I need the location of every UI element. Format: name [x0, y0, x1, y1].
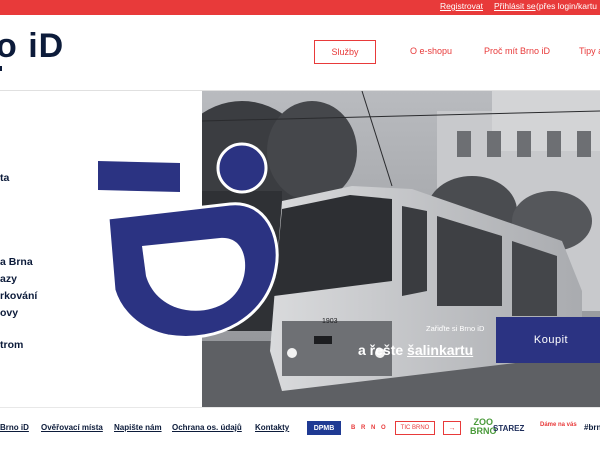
top-bar: Registrovat Přihlásit se (přes login/kar…	[0, 0, 600, 15]
partner-logo-dpmb[interactable]: DPMB	[307, 421, 341, 435]
benefit-item: rkování	[0, 290, 38, 302]
partner-logo-brno-hashtag[interactable]: #brn	[584, 423, 600, 432]
partner-logo-tic-brno[interactable]: TIC BRNO	[395, 421, 435, 435]
login-note: (přes login/kartu	[536, 1, 597, 11]
register-link[interactable]: Registrovat	[440, 1, 483, 11]
buy-button[interactable]: Koupit	[496, 317, 600, 363]
hero-title-prefix: a řešte	[358, 342, 408, 358]
nav-services-button[interactable]: Služby	[314, 40, 376, 64]
site-header: o iD Služby O e-shopu Proč mít Brno iD T…	[0, 15, 600, 90]
nav-tips-link[interactable]: Tipy a	[579, 46, 600, 56]
benefit-item: azy	[0, 273, 17, 285]
footer-link-verification-points[interactable]: Ověřovací místa	[41, 423, 103, 432]
partner-logo-brno[interactable]: B R N O	[351, 425, 388, 431]
nav-eshop-link[interactable]: O e-shopu	[410, 46, 452, 56]
big-id-graphic	[98, 142, 279, 339]
hero-subtitle: Zařiďte si Brno iD	[426, 324, 485, 333]
benefit-item: ta	[0, 172, 10, 184]
hero-title: a řešte šalinkartu	[358, 342, 473, 358]
footer-link-contacts[interactable]: Kontakty	[255, 423, 289, 432]
brno-id-logo[interactable]: o iD	[0, 27, 64, 66]
hero-title-link[interactable]: šalinkartu	[407, 342, 473, 358]
footer-link-contact-us[interactable]: Napište nám	[114, 423, 162, 432]
nav-why-link[interactable]: Proč mít Brno iD	[484, 46, 550, 56]
partner-logo-starez[interactable]: STAREZ	[493, 424, 524, 433]
login-link[interactable]: Přihlásit se	[494, 1, 536, 11]
partner-logo-dame-na-vas[interactable]: Dáme na vás	[540, 422, 577, 428]
benefit-item: trom	[0, 339, 24, 351]
site-footer: Brno iD Ověřovací místa Napište nám Ochr…	[0, 407, 600, 450]
benefit-item: ovy	[0, 307, 19, 319]
footer-link-privacy[interactable]: Ochrana os. údajů	[172, 423, 242, 432]
footer-link-brno-id[interactable]: Brno iD	[0, 423, 29, 432]
tram-number: 1903	[322, 318, 338, 325]
logo-accent	[0, 66, 2, 71]
partner-logo-tic-arrow[interactable]: →	[443, 421, 461, 435]
benefit-item: a Brna	[0, 256, 33, 268]
